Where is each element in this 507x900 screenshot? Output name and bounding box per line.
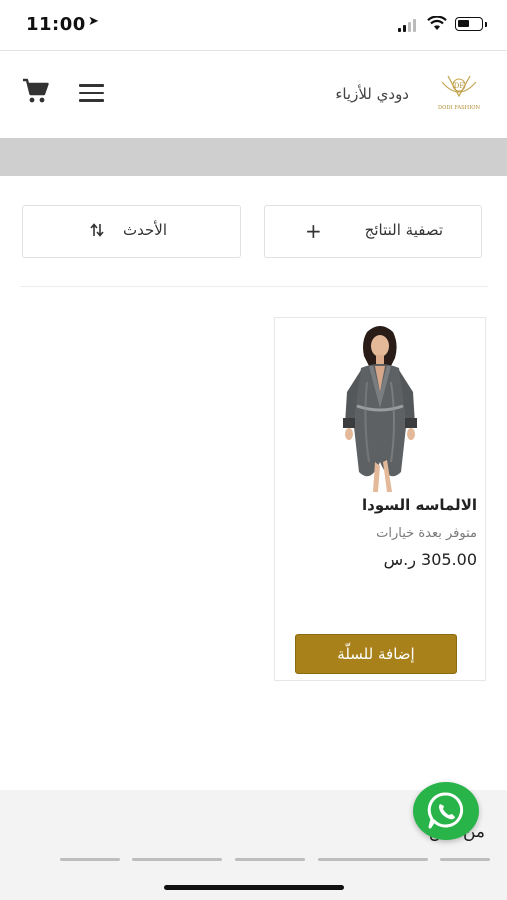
product-card[interactable]: الالماسه السودا متوفر بعدة خيارات 305.00… xyxy=(274,317,486,681)
wifi-icon xyxy=(427,16,447,30)
hamburger-menu-icon[interactable] xyxy=(79,84,104,102)
filter-results-button[interactable]: تصفية النتائج + xyxy=(264,205,482,258)
svg-text:DF: DF xyxy=(454,82,465,90)
promo-band xyxy=(0,138,507,176)
battery-nub xyxy=(485,22,487,27)
sort-label: الأحدث xyxy=(123,221,167,239)
add-to-cart-button[interactable]: إضافة للسلّة xyxy=(295,634,457,674)
product-title[interactable]: الالماسه السودا xyxy=(362,496,477,514)
signal-icon xyxy=(398,19,420,32)
whatsapp-button[interactable] xyxy=(413,782,479,840)
battery-icon xyxy=(455,17,483,31)
brand-logo[interactable]: DF DODI FASHION xyxy=(432,72,486,116)
product-image[interactable] xyxy=(331,322,429,494)
add-to-cart-label: إضافة للسلّة xyxy=(337,645,415,663)
filter-label: تصفية النتائج xyxy=(364,221,443,239)
product-price: 305.00 ر.س xyxy=(383,550,477,569)
location-arrow-icon: ➤ xyxy=(88,14,99,29)
plus-icon: + xyxy=(305,219,322,243)
footer-text-cutoff xyxy=(60,858,490,866)
whatsapp-icon xyxy=(427,792,464,829)
sort-button[interactable]: الأحدث xyxy=(22,205,241,258)
cart-icon[interactable] xyxy=(22,78,50,104)
product-options-note: متوفر بعدة خيارات xyxy=(376,526,477,541)
home-indicator[interactable] xyxy=(164,885,344,890)
status-bar: 11:00 ➤ xyxy=(0,0,507,50)
logo-text: DODI FASHION xyxy=(438,105,481,111)
section-divider xyxy=(20,286,488,287)
status-time: 11:00 xyxy=(26,14,86,35)
brand-name[interactable]: دودي للأزياء xyxy=(335,85,409,103)
sort-arrows-icon xyxy=(90,223,104,237)
header-divider xyxy=(0,50,507,51)
